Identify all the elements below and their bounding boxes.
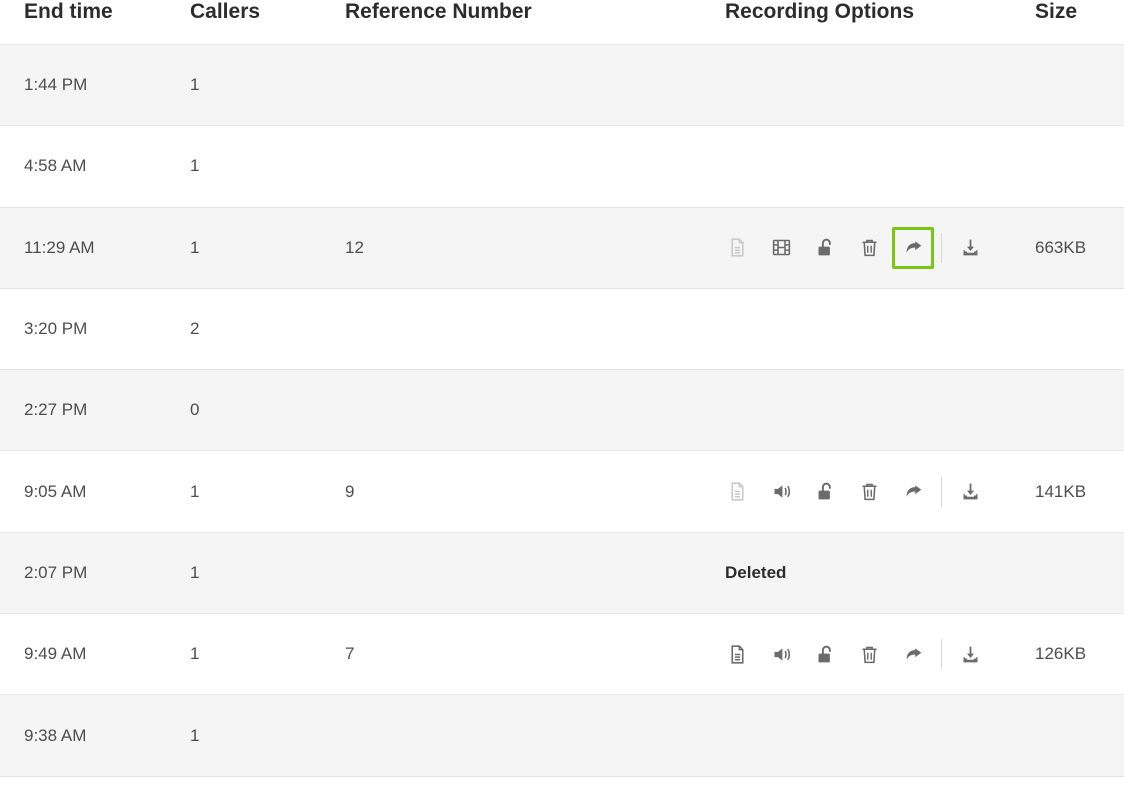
cell-reference: 9 (345, 482, 725, 502)
table-row: 11:29 AM 1 12 663KB (0, 208, 1124, 289)
header-reference[interactable]: Reference Number (345, 0, 725, 24)
cell-recording (725, 233, 1035, 263)
cell-end-time: 9:49 AM (0, 644, 190, 664)
cell-size: 126KB (1035, 644, 1120, 664)
cell-end-time: 11:29 AM (0, 238, 190, 258)
deleted-label: Deleted (725, 563, 786, 582)
recording-actions (725, 233, 1035, 263)
cell-end-time: 1:44 PM (0, 75, 190, 95)
cell-recording (725, 477, 1035, 507)
share-icon[interactable] (901, 236, 925, 260)
recording-actions (725, 477, 1035, 507)
audio-icon[interactable] (769, 642, 793, 666)
download-icon[interactable] (958, 642, 982, 666)
share-icon[interactable] (901, 480, 925, 504)
cell-callers: 1 (190, 75, 345, 95)
unlock-icon[interactable] (813, 642, 837, 666)
cell-callers: 1 (190, 482, 345, 502)
table-row: 9:49 AM 1 7 126KB (0, 614, 1124, 695)
cell-callers: 1 (190, 156, 345, 176)
cell-end-time: 2:27 PM (0, 400, 190, 420)
cell-recording: Deleted (725, 563, 1035, 583)
header-end-time[interactable]: End time (0, 0, 190, 24)
download-icon[interactable] (958, 480, 982, 504)
cell-recording (725, 639, 1035, 669)
cell-callers: 1 (190, 238, 345, 258)
cell-callers: 1 (190, 644, 345, 664)
separator (941, 233, 942, 263)
download-icon[interactable] (958, 236, 982, 260)
notes-icon[interactable] (725, 236, 749, 260)
cell-reference: 12 (345, 238, 725, 258)
delete-icon[interactable] (857, 642, 881, 666)
delete-icon[interactable] (857, 236, 881, 260)
audio-icon[interactable] (769, 480, 793, 504)
unlock-icon[interactable] (813, 480, 837, 504)
table-row: 9:05 AM 1 9 141KB (0, 451, 1124, 532)
unlock-icon[interactable] (813, 236, 837, 260)
cell-size: 663KB (1035, 238, 1120, 258)
cell-callers: 2 (190, 319, 345, 339)
cell-end-time: 9:05 AM (0, 482, 190, 502)
header-callers[interactable]: Callers (190, 0, 345, 24)
cell-callers: 1 (190, 563, 345, 583)
cell-end-time: 2:07 PM (0, 563, 190, 583)
notes-icon[interactable] (725, 480, 749, 504)
cell-callers: 0 (190, 400, 345, 420)
table-row: 3:20 PM 2 (0, 289, 1124, 370)
cell-size: 141KB (1035, 482, 1120, 502)
video-icon[interactable] (769, 236, 793, 260)
cell-end-time: 9:38 AM (0, 726, 190, 746)
separator (941, 639, 942, 669)
cell-end-time: 4:58 AM (0, 156, 190, 176)
recording-actions (725, 639, 1035, 669)
separator (941, 477, 942, 507)
cell-end-time: 3:20 PM (0, 319, 190, 339)
notes-icon[interactable] (725, 642, 749, 666)
table-row: 2:27 PM 0 (0, 370, 1124, 451)
table-row: 4:58 AM 1 (0, 126, 1124, 207)
table-row: 1:44 PM 1 (0, 45, 1124, 126)
header-recording[interactable]: Recording Options (725, 0, 1035, 24)
recordings-table: End time Callers Reference Number Record… (0, 0, 1124, 777)
delete-icon[interactable] (857, 480, 881, 504)
table-header: End time Callers Reference Number Record… (0, 0, 1124, 45)
cell-callers: 1 (190, 726, 345, 746)
cell-reference: 7 (345, 644, 725, 664)
share-icon[interactable] (901, 642, 925, 666)
table-row: 2:07 PM 1 Deleted (0, 533, 1124, 614)
header-size[interactable]: Size (1035, 0, 1120, 24)
share-highlight (892, 227, 934, 269)
table-row: 9:38 AM 1 (0, 695, 1124, 776)
